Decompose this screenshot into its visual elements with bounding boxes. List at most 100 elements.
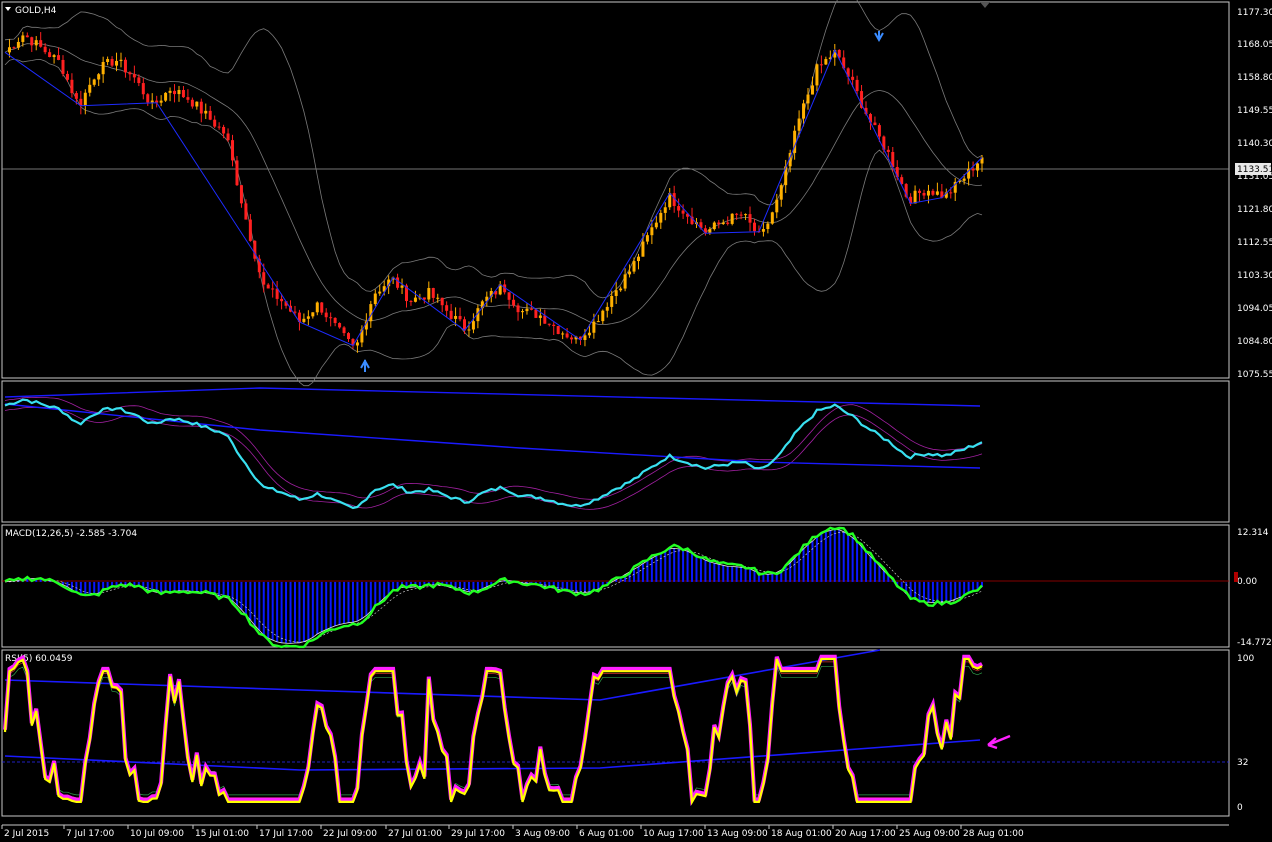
price-panel[interactable] xyxy=(1,1,1230,379)
price-tick-label: 1075.55 xyxy=(1237,370,1272,380)
time-tick-label: 7 Jul 17:00 xyxy=(66,829,115,839)
candle-body xyxy=(302,318,306,322)
candle-body xyxy=(43,46,47,53)
candle-body xyxy=(645,235,649,242)
candle-body xyxy=(186,97,190,100)
candle-body xyxy=(74,93,78,99)
macd-level-marker xyxy=(1234,572,1238,582)
candle-body xyxy=(748,214,752,223)
symbol-menu-icon[interactable] xyxy=(5,7,11,11)
candle-body xyxy=(775,199,779,213)
candle-body xyxy=(378,291,382,294)
price-tick-label: 1084.80 xyxy=(1237,337,1272,347)
candle-body xyxy=(543,315,547,324)
candle-body xyxy=(570,337,574,340)
candle-body xyxy=(324,312,328,318)
candle-body xyxy=(25,35,29,38)
candle-body xyxy=(329,317,333,319)
candle-body xyxy=(65,73,69,80)
candle-body xyxy=(471,321,475,330)
candle-body xyxy=(422,297,426,300)
candle-body xyxy=(507,292,511,300)
candle-body xyxy=(654,222,658,228)
candle-body xyxy=(16,41,20,48)
candle-body xyxy=(520,311,524,313)
candle-body xyxy=(587,332,591,336)
candle-body xyxy=(681,210,685,214)
time-axis: 2 Jul 2015 7 Jul 17:00 10 Jul 09:00 15 Jul … xyxy=(1,825,1024,839)
price-tick-label: 1158.80 xyxy=(1237,73,1272,83)
candle-body xyxy=(235,160,239,186)
candle-body xyxy=(52,55,56,58)
chart-shift-marker-icon[interactable] xyxy=(980,2,990,8)
candle-body xyxy=(213,119,217,127)
candle-body xyxy=(320,302,324,313)
candle-body xyxy=(355,342,359,346)
candle-body xyxy=(744,214,748,216)
candle-body xyxy=(119,59,123,61)
candle-body xyxy=(810,85,814,95)
candle-body xyxy=(583,335,587,340)
candle-body xyxy=(721,222,725,225)
candle-body xyxy=(123,59,127,73)
candle-body xyxy=(663,207,667,213)
candle-body xyxy=(735,213,739,215)
candle-body xyxy=(761,229,765,232)
candle-body xyxy=(806,94,810,104)
candle-body xyxy=(248,219,252,241)
chart-window[interactable]: GOLD,H4 MACD(12,26,5) -2.585 -3.704 RSI(… xyxy=(0,0,1272,842)
candle-body xyxy=(855,79,859,92)
candle-body xyxy=(39,40,43,47)
bollinger-upper-line xyxy=(4,0,983,299)
candle-body xyxy=(802,103,806,119)
price-series-layer xyxy=(4,0,984,387)
rsi-tick-label: 32 xyxy=(1237,758,1248,768)
candle-body xyxy=(677,206,681,211)
bollinger-lower-line xyxy=(4,58,983,387)
rsi-series-layer xyxy=(3,649,983,807)
candle-body xyxy=(614,290,618,296)
candle-body xyxy=(926,190,930,196)
candle-body xyxy=(739,214,743,216)
candle-body xyxy=(101,61,105,75)
candle-body xyxy=(815,64,819,86)
candle-body xyxy=(97,74,101,80)
candle-body xyxy=(164,92,168,101)
candle-body xyxy=(373,293,377,305)
candle-body xyxy=(106,59,110,62)
candle-body xyxy=(30,37,34,46)
candle-body xyxy=(592,321,596,333)
candle-body xyxy=(458,316,462,320)
candle-body xyxy=(659,212,663,223)
candle-body xyxy=(632,261,636,272)
candle-body xyxy=(918,190,922,193)
rsi-tick-label: 100 xyxy=(1237,654,1254,664)
candle-body xyxy=(271,288,275,290)
oscillator-trend-line-upper xyxy=(4,387,981,407)
price-tick-label: 1149.55 xyxy=(1237,106,1272,116)
time-tick-label: 2 Jul 2015 xyxy=(4,829,49,839)
candle-body xyxy=(146,94,150,103)
oscillator-trend-line-lower xyxy=(4,403,981,469)
fractal-down-arrow-icon xyxy=(874,31,884,43)
candle-body xyxy=(556,325,560,335)
time-tick-label: 17 Jul 17:00 xyxy=(259,829,313,839)
macd-tick-label: 12.314 xyxy=(1237,528,1269,538)
candle-body xyxy=(413,297,417,302)
candle-body xyxy=(199,101,203,114)
candle-body xyxy=(547,323,551,325)
candle-body xyxy=(824,59,828,65)
macd-panel[interactable] xyxy=(1,524,1230,648)
oscillator-panel[interactable] xyxy=(1,380,1230,523)
candle-body xyxy=(971,168,975,171)
candle-body xyxy=(83,92,87,106)
time-tick-label: 22 Jul 09:00 xyxy=(323,829,377,839)
candle-body xyxy=(280,298,284,302)
candle-body xyxy=(935,191,939,195)
candle-body xyxy=(819,64,823,66)
candle-body xyxy=(181,90,185,98)
candle-body xyxy=(529,308,533,310)
current-price-label: 1133.51 xyxy=(1237,165,1272,175)
candle-body xyxy=(132,74,136,78)
candle-body xyxy=(12,47,16,49)
